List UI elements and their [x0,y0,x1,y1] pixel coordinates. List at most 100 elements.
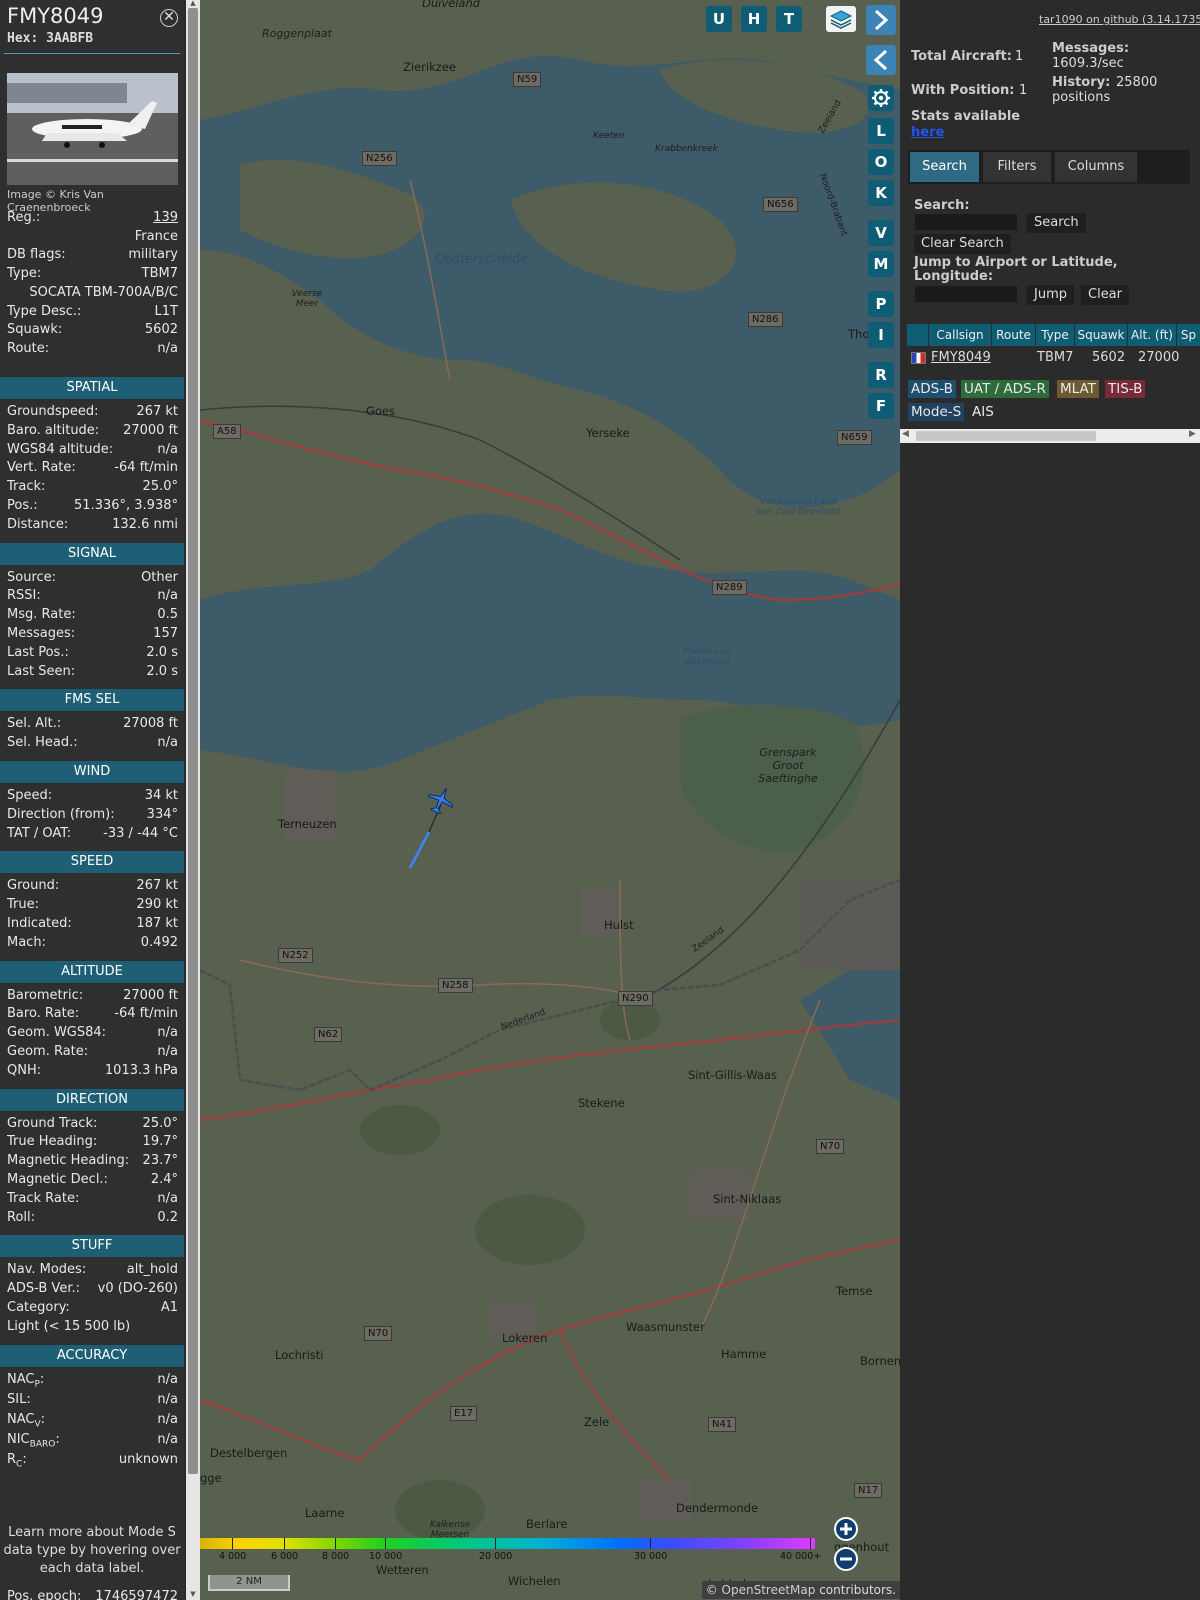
scroll-down-arrow-icon[interactable]: ▼ [188,1590,198,1598]
info-row-value: 132.6 nmi [112,516,178,532]
table-scrollbar-thumb[interactable] [916,431,1096,441]
info-row-value: n/a [157,1431,178,1447]
info-row-value: 2.0 s [146,663,178,679]
legend-tisb: TIS-B [1105,380,1146,398]
chevron-right-icon [874,9,889,31]
info-row: Ground: 267 kt [7,878,178,896]
table-header-flag [907,324,929,346]
collapse-map-button[interactable] [866,45,896,75]
map-button-t[interactable]: T [776,6,802,32]
info-row-label: Squawk: [7,322,63,338]
tab-search[interactable]: Search [910,152,979,182]
table-header-speed[interactable]: Sp [1177,324,1200,346]
info-row-value: 25.0° [142,1115,178,1131]
tab-columns[interactable]: Columns [1055,152,1137,182]
aircraft-marker-icon[interactable] [426,785,456,815]
row-callsign[interactable]: FMY8049 [931,349,991,367]
label-laarne: Laarne [305,1506,345,1520]
section-header-stuff[interactable]: STUFF [0,1235,184,1258]
info-row-value: 267 kt [136,404,178,419]
alt-tick-label: 4 000 [219,1551,247,1562]
label-sint-niklaas: Sint-Niklaas [713,1192,782,1206]
info-row: Msg. Rate: 0.5 [7,607,178,625]
section-header-direction[interactable]: DIRECTION [0,1088,184,1111]
aircraft-photo[interactable] [7,73,178,185]
clear-search-button[interactable]: Clear Search [914,234,1011,254]
stats-available-label: Stats available [911,109,1021,124]
plus-icon [840,1523,852,1535]
zoom-out-button[interactable] [834,1547,858,1571]
settings-button[interactable] [868,85,894,111]
section-header-fms-sel[interactable]: FMS SEL [0,689,184,712]
info-row: DB flags: military [7,247,178,265]
map-button-v[interactable]: V [868,220,894,246]
table-header-route[interactable]: Route [992,324,1036,346]
search-input[interactable] [914,213,1018,231]
info-row: RSSI: n/a [7,588,178,606]
info-row-value: 23.7° [142,1153,178,1169]
registration-link[interactable]: 139 [153,210,178,225]
scroll-left-arrow-icon[interactable]: ◀ [902,429,909,439]
map-button-m[interactable]: M [868,251,894,277]
info-row-value: -64 ft/min [114,460,178,476]
zoom-in-button[interactable] [834,1517,858,1541]
table-header-squawk[interactable]: Squawk [1075,324,1128,346]
info-row-label: DB flags: [7,247,66,263]
pos-epoch-row: Pos. epoch: 1746597472 [7,1589,178,1600]
jump-button[interactable]: Jump [1027,285,1074,305]
scroll-right-arrow-icon[interactable]: ▶ [1189,429,1196,439]
section-header-wind[interactable]: WIND [0,761,184,783]
label-dendermonde: Dendermonde [676,1501,759,1515]
jump-input[interactable] [914,285,1018,303]
alt-tick [284,1538,285,1549]
map-button-i[interactable]: I [868,322,894,348]
label-suffix: : [55,1431,60,1447]
info-row-value: n/a [157,1190,178,1206]
table-header-altitude[interactable]: Alt. (ft) [1128,324,1177,346]
map-button-u[interactable]: U [706,6,732,32]
github-link[interactable]: tar1090 on github (3.14.1735) [1039,13,1200,26]
info-row-label: Type Desc.: [7,303,82,319]
stats-link[interactable]: here [911,125,944,140]
tab-filters[interactable]: Filters [983,152,1051,182]
table-header-callsign[interactable]: Callsign [929,324,992,346]
alt-tick [385,1538,386,1549]
map-button-o[interactable]: O [868,149,894,175]
map-button-r[interactable]: R [868,362,894,388]
section-header-speed[interactable]: SPEED [0,851,184,874]
info-row-value: n/a [157,1044,178,1059]
map-button-p[interactable]: P [868,291,894,317]
clear-jump-button[interactable]: Clear [1081,285,1129,305]
info-row: Speed: 34 kt [7,788,178,806]
label-hulst: Hulst [604,918,634,932]
expand-map-button[interactable] [866,5,896,35]
map-button-f[interactable]: F [868,393,894,419]
section-header-signal[interactable]: SIGNAL [0,542,184,565]
info-row: Last Pos.: 2.0 s [7,645,178,663]
hex-label: Hex: [7,31,39,46]
table-header-type[interactable]: Type [1036,324,1075,346]
close-button[interactable]: ✕ [160,9,178,27]
label-roggenplaat: Roggenplaat [262,27,332,40]
info-row-label: Source: [7,569,57,585]
search-button[interactable]: Search [1027,213,1086,233]
legend-mlat: MLAT [1057,380,1099,398]
info-row-label: Route: [7,340,50,356]
info-row-label: Pos.: [7,498,38,513]
map-button-l[interactable]: L [868,118,894,144]
openstreetmap-link[interactable]: OpenStreetMap [722,1583,816,1597]
attribution-suffix: contributors. [815,1583,896,1597]
info-row-label: Track: [7,479,46,495]
layers-button[interactable] [826,6,856,32]
section-header-spatial[interactable]: SPATIAL [0,377,184,399]
info-row-value: 0.492 [140,934,178,950]
section-header-altitude[interactable]: ALTITUDE [0,960,184,983]
section-header-accuracy[interactable]: ACCURACY [0,1344,184,1367]
info-row-label: Ground Track: [7,1115,98,1131]
map-view[interactable]: Duiveland Roggenplaat Zierikzee Oostersc… [200,0,900,1600]
scroll-up-arrow-icon[interactable]: ▲ [188,0,198,7]
info-scrollbar-thumb[interactable] [188,8,198,1474]
road-tag-n256: N256 [362,151,397,166]
map-button-k[interactable]: K [868,180,894,206]
map-button-h[interactable]: H [741,6,767,32]
